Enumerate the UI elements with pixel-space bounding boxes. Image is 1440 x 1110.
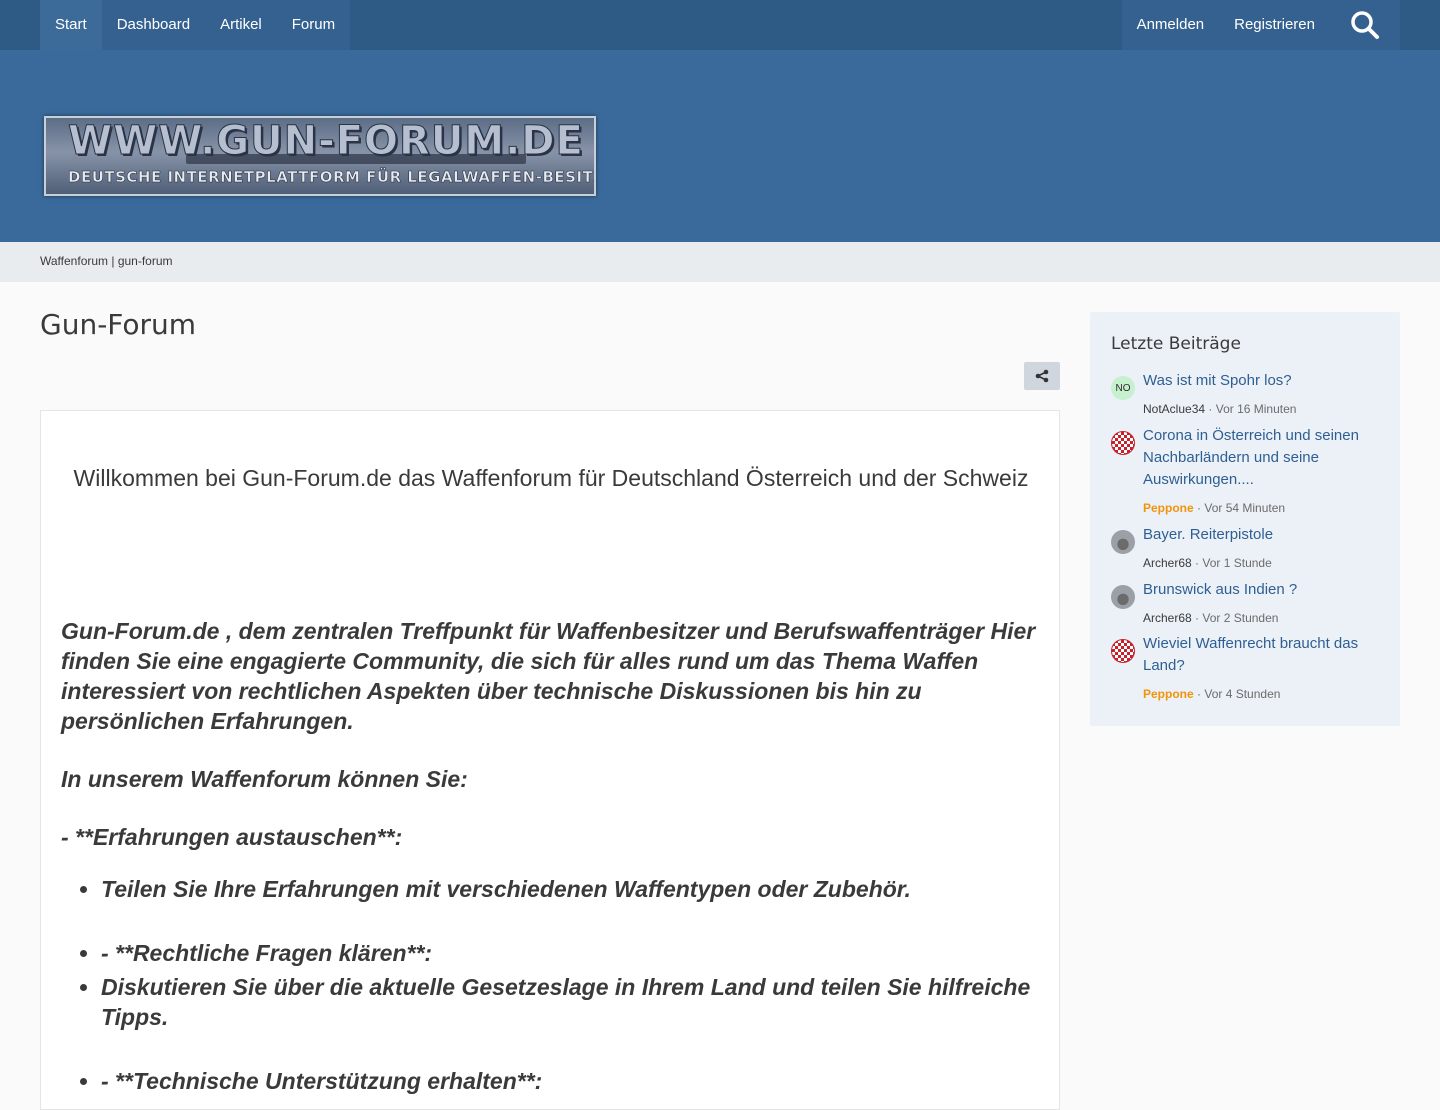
breadcrumb[interactable]: Waffenforum | gun-forum xyxy=(40,254,173,268)
separator: · xyxy=(1208,402,1213,416)
section-experiences: - **Erfahrungen austauschen**: xyxy=(61,824,403,850)
nav-start[interactable]: Start xyxy=(40,0,102,50)
register-link[interactable]: Registrieren xyxy=(1219,0,1330,50)
top-navigation: Start Dashboard Artikel Forum Anmelden R… xyxy=(0,0,1440,50)
separator: · xyxy=(1197,501,1202,515)
share-icon xyxy=(1035,369,1049,383)
list-item: - **Rechtliche Fragen klären**: xyxy=(101,938,1041,968)
post-title-link[interactable]: Wieviel Waffenrecht braucht das Land? xyxy=(1143,633,1381,677)
can-do-paragraph: In unserem Waffenforum können Sie: xyxy=(61,766,468,792)
post-time[interactable]: Vor 54 Minuten xyxy=(1204,501,1285,515)
post-author[interactable]: Peppone xyxy=(1143,687,1194,701)
main-menu: Start Dashboard Artikel Forum xyxy=(40,0,351,50)
avatar[interactable] xyxy=(1111,585,1135,609)
list-item: Diskutieren Sie über die aktuelle Gesetz… xyxy=(101,972,1041,1032)
content-box: Willkommen bei Gun-Forum.de das Waffenfo… xyxy=(40,410,1060,1110)
login-link[interactable]: Anmelden xyxy=(1122,0,1220,50)
post-author[interactable]: Archer68 xyxy=(1143,556,1192,570)
search-button[interactable] xyxy=(1330,0,1400,50)
post-meta: Peppone · Vor 4 Stunden xyxy=(1143,687,1280,701)
nav-forum[interactable]: Forum xyxy=(277,0,350,50)
user-menu: Anmelden Registrieren xyxy=(1121,0,1400,50)
separator: · xyxy=(1195,556,1200,570)
post-time[interactable]: Vor 16 Minuten xyxy=(1216,402,1297,416)
avatar[interactable] xyxy=(1111,431,1135,455)
avatar[interactable]: NO xyxy=(1111,376,1135,400)
post-author[interactable]: NotAclue34 xyxy=(1143,402,1205,416)
nav-artikel[interactable]: Artikel xyxy=(205,0,277,50)
avatar[interactable] xyxy=(1111,639,1135,663)
post-title-link[interactable]: Corona in Österreich und seinen Nachbarl… xyxy=(1143,425,1381,491)
post-time[interactable]: Vor 2 Stunden xyxy=(1202,611,1278,625)
search-icon xyxy=(1351,11,1379,39)
list-item: Teilen Sie Ihre Erfahrungen mit verschie… xyxy=(101,874,1041,904)
page-title: Gun-Forum xyxy=(40,308,197,341)
intro-paragraph: Gun-Forum.de , dem zentralen Treffpunkt … xyxy=(61,618,1036,734)
post-title-link[interactable]: Was ist mit Spohr los? xyxy=(1143,370,1381,392)
nav-dashboard[interactable]: Dashboard xyxy=(102,0,205,50)
separator: · xyxy=(1197,687,1202,701)
post-title-link[interactable]: Bayer. Reiterpistole xyxy=(1143,524,1381,546)
feature-list: Teilen Sie Ihre Erfahrungen mit verschie… xyxy=(61,874,1041,1096)
post-meta: Archer68 · Vor 1 Stunde xyxy=(1143,556,1272,570)
post-meta: Archer68 · Vor 2 Stunden xyxy=(1143,611,1278,625)
welcome-heading: Willkommen bei Gun-Forum.de das Waffenfo… xyxy=(73,465,1029,491)
post-author[interactable]: Peppone xyxy=(1143,501,1194,515)
site-logo[interactable]: WWW.GUN-FORUM.DE DEUTSCHE INTERNETPLATTF… xyxy=(44,116,596,196)
section-legal: - **Rechtliche Fragen klären**: xyxy=(101,940,433,966)
section-technical: - **Technische Unterstützung erhalten**: xyxy=(101,1068,543,1094)
list-item: - **Technische Unterstützung erhalten**: xyxy=(101,1066,1041,1096)
post-title-link[interactable]: Brunswick aus Indien ? xyxy=(1143,579,1381,601)
logo-text-main: WWW.GUN-FORUM.DE xyxy=(68,118,584,165)
logo-text-sub: DEUTSCHE INTERNETPLATTFORM FÜR LEGALWAFF… xyxy=(68,168,596,187)
post-meta: NotAclue34 · Vor 16 Minuten xyxy=(1143,402,1296,416)
share-button[interactable] xyxy=(1024,362,1060,390)
latest-posts-sidebar: Letzte Beiträge NO Was ist mit Spohr los… xyxy=(1090,312,1400,726)
post-meta: Peppone · Vor 54 Minuten xyxy=(1143,501,1285,515)
post-time[interactable]: Vor 4 Stunden xyxy=(1204,687,1280,701)
separator: · xyxy=(1195,611,1200,625)
post-time[interactable]: Vor 1 Stunde xyxy=(1202,556,1271,570)
post-author[interactable]: Archer68 xyxy=(1143,611,1192,625)
breadcrumb-bar: Waffenforum | gun-forum xyxy=(0,242,1440,282)
avatar[interactable] xyxy=(1111,530,1135,554)
article-body: Gun-Forum.de , dem zentralen Treffpunkt … xyxy=(61,616,1041,1100)
sidebar-title: Letzte Beiträge xyxy=(1111,334,1241,354)
page-header: WWW.GUN-FORUM.DE DEUTSCHE INTERNETPLATTF… xyxy=(0,50,1440,242)
